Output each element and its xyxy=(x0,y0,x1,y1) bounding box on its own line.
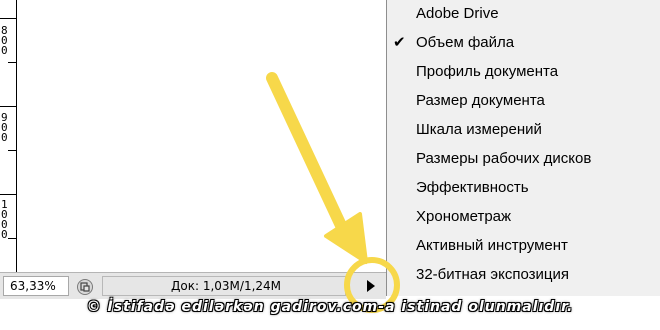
ruler-tick xyxy=(0,106,16,107)
vertical-ruler: 800 900 1000 xyxy=(0,0,17,272)
menu-item-label: 32-битная экспозиция xyxy=(416,266,569,283)
document-info-label: Док: 1,03M/1,24M xyxy=(102,276,346,296)
ruler-label-800: 800 xyxy=(1,24,8,57)
menu-item-current-tool[interactable]: Активный инструмент xyxy=(387,233,660,262)
status-bar: 63,33% Док: 1,03M/1,24M xyxy=(0,272,386,299)
menu-item-label: Шкала измерений xyxy=(416,121,542,138)
menu-item-measurement-scale[interactable]: Шкала измерений xyxy=(387,117,660,146)
menu-item-adobe-drive[interactable]: Adobe Drive xyxy=(387,1,660,30)
menu-item-label: Хронометраж xyxy=(416,208,512,225)
ruler-tick xyxy=(0,194,16,195)
menu-item-label: Размеры рабочих дисков xyxy=(416,150,592,167)
menu-item-scratch-sizes[interactable]: Размеры рабочих дисков xyxy=(387,146,660,175)
menu-item-efficiency[interactable]: Эффективность xyxy=(387,175,660,204)
menu-item-label: Эффективность xyxy=(416,179,529,196)
menu-item-document-dimensions[interactable]: Размер документа xyxy=(387,88,660,117)
menu-item-document-profile[interactable]: Профиль документа xyxy=(387,59,660,88)
menu-item-label: Размер документа xyxy=(416,92,545,109)
menu-item-32bit-exposure[interactable]: 32-битная экспозиция xyxy=(387,262,660,291)
play-arrow-icon xyxy=(367,280,375,292)
ruler-tick xyxy=(8,238,16,239)
menu-item-label: Adobe Drive xyxy=(416,5,499,22)
zoom-field[interactable]: 63,33% xyxy=(3,276,69,296)
ruler-tick xyxy=(0,18,16,19)
ruler-label-900: 900 xyxy=(1,111,8,144)
document-canvas[interactable] xyxy=(0,0,386,272)
ruler-label-1000: 1000 xyxy=(1,198,8,241)
ruler-tick xyxy=(8,150,16,151)
status-info-menu: Adobe Drive ✔ Объем файла Профиль докуме… xyxy=(386,0,660,296)
menu-item-label: Профиль документа xyxy=(416,63,559,80)
share-icon[interactable] xyxy=(76,278,94,296)
menu-item-label: Активный инструмент xyxy=(416,237,568,254)
ruler-tick xyxy=(8,62,16,63)
checkmark-icon: ✔ xyxy=(393,33,406,51)
menu-item-label: Объем файла xyxy=(416,34,515,51)
status-menu-button[interactable] xyxy=(362,277,380,295)
watermark-text: © İstifadə edilərkən gadirov.com-a istin… xyxy=(86,299,574,315)
menu-item-timing[interactable]: Хронометраж xyxy=(387,204,660,233)
menu-item-file-size[interactable]: ✔ Объем файла xyxy=(387,30,660,59)
